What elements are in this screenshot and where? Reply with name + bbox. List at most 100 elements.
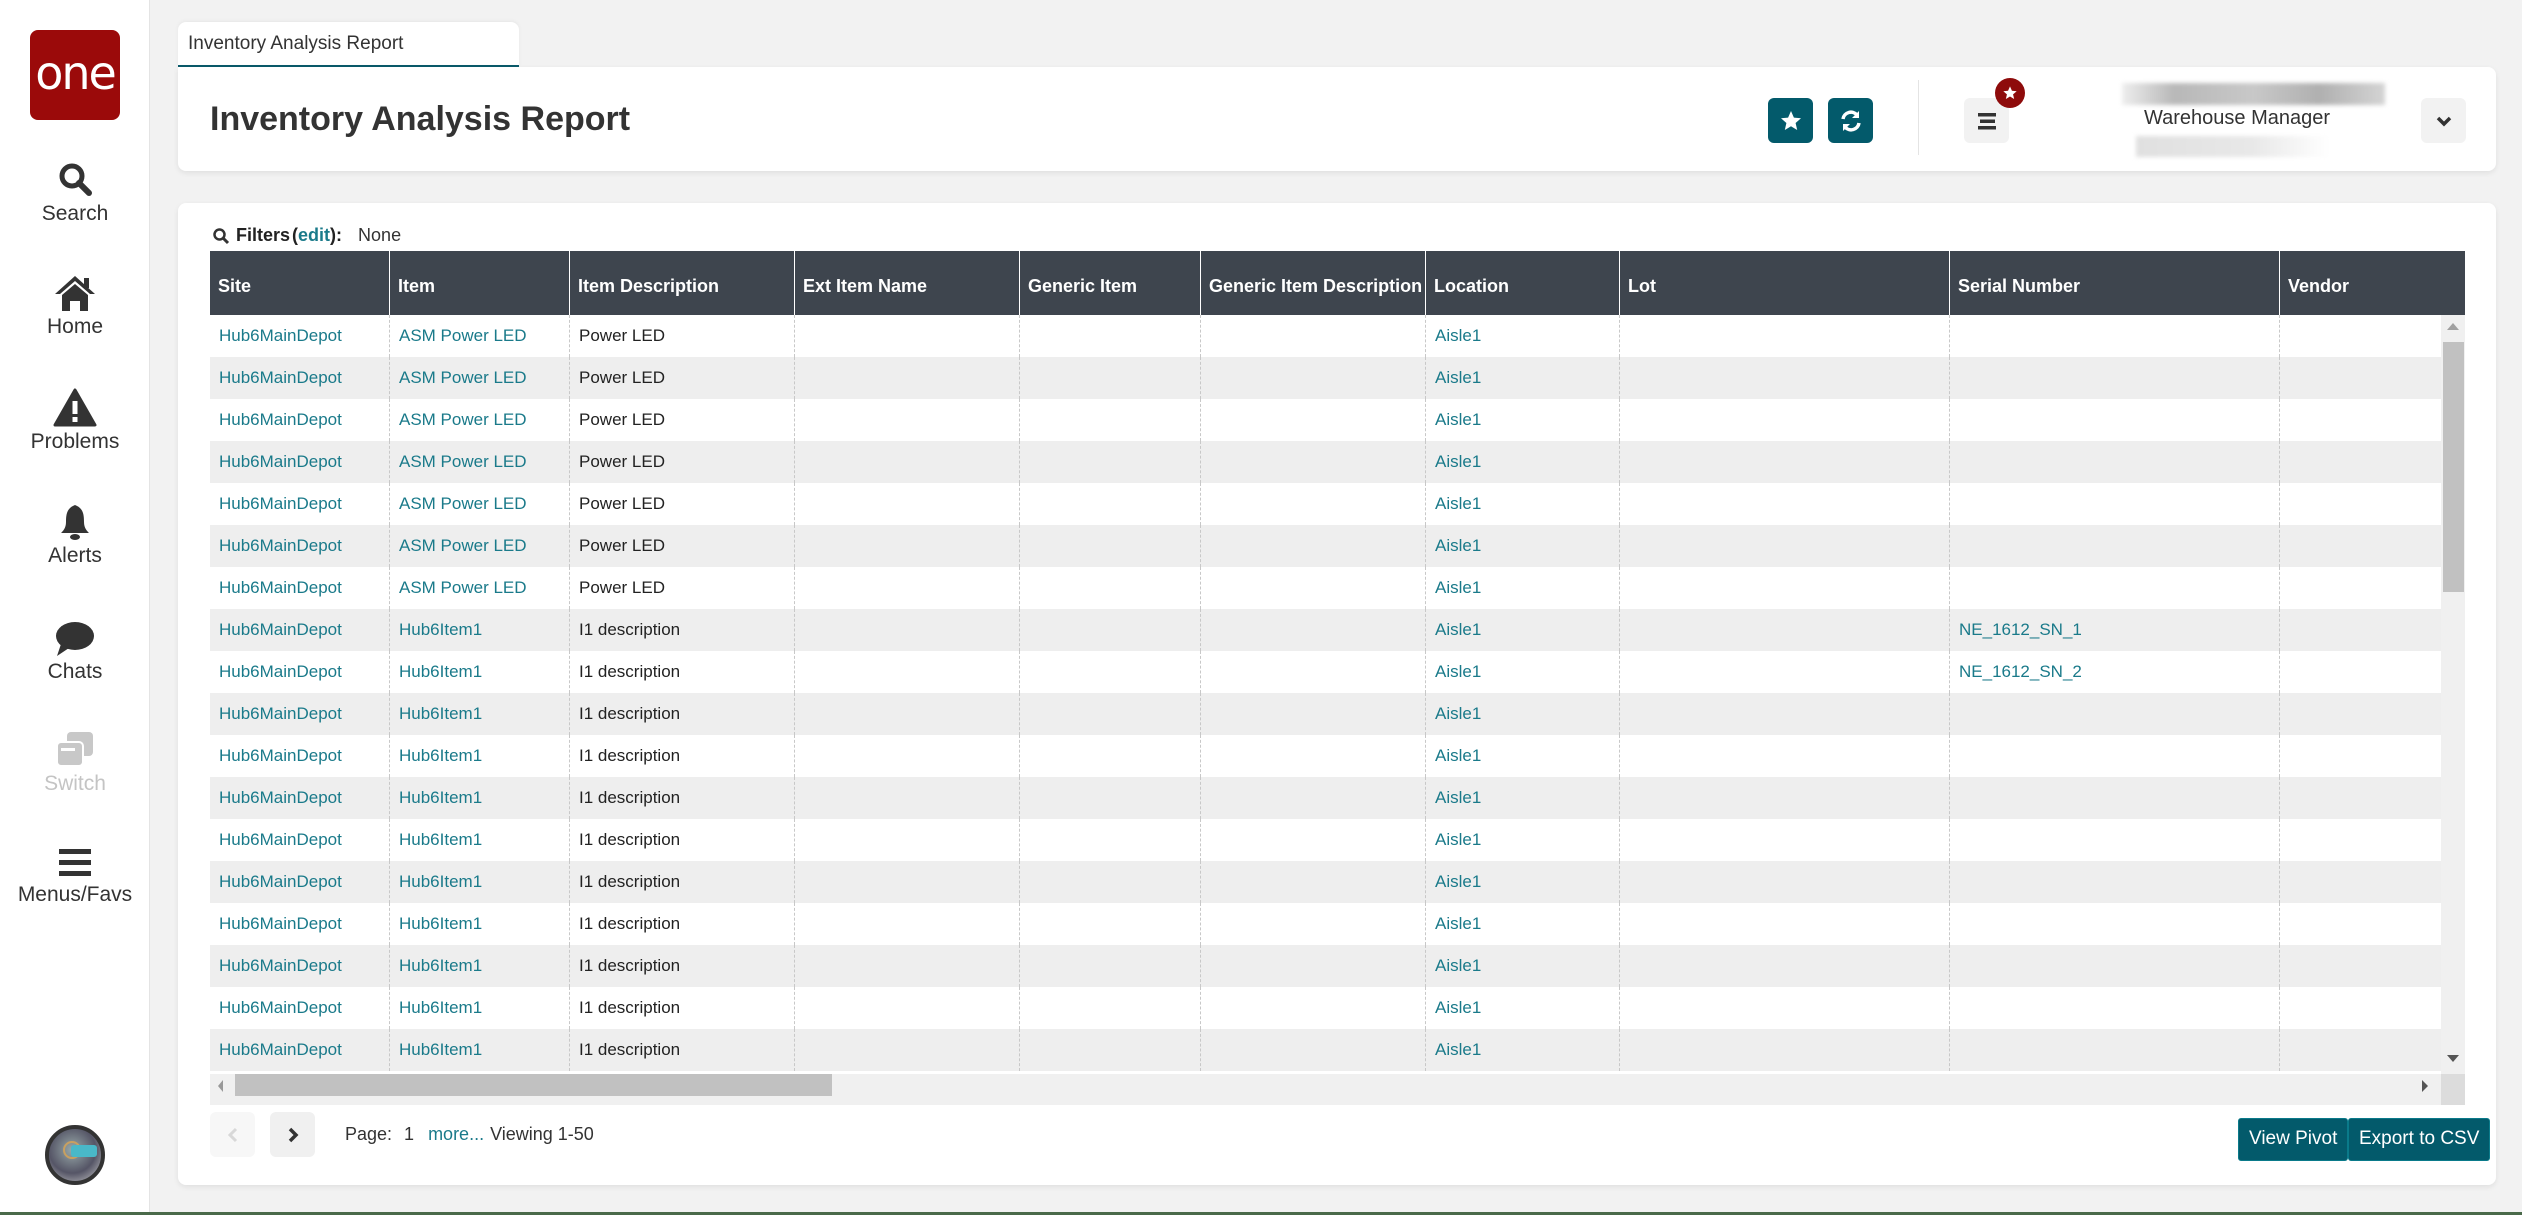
cell-site[interactable]: Hub6MainDepot [210, 567, 389, 609]
cell-location[interactable]: Aisle1 [1425, 903, 1619, 945]
cell-location[interactable]: Aisle1 [1425, 651, 1619, 693]
cell-vendor [2279, 777, 2441, 819]
cell-site[interactable]: Hub6MainDepot [210, 441, 389, 483]
cell-site[interactable]: Hub6MainDepot [210, 357, 389, 399]
cell-item[interactable]: Hub6Item1 [389, 1029, 569, 1071]
cell-site[interactable]: Hub6MainDepot [210, 315, 389, 357]
cell-location[interactable]: Aisle1 [1425, 483, 1619, 525]
table-row: Hub6MainDepot ASM Power LED Power LED Aisle… [210, 441, 2441, 483]
sidebar-item-problems[interactable]: Problems [0, 388, 150, 454]
cell-location[interactable]: Aisle1 [1425, 861, 1619, 903]
cell-site[interactable]: Hub6MainDepot [210, 1029, 389, 1071]
horizontal-scrollbar[interactable] [210, 1074, 2441, 1105]
filters-edit-link[interactable]: edit [298, 225, 330, 246]
column-header-generic-item[interactable]: Generic Item [1019, 251, 1200, 315]
cell-vendor [2279, 483, 2441, 525]
cell-item[interactable]: Hub6Item1 [389, 777, 569, 819]
cell-item[interactable]: Hub6Item1 [389, 693, 569, 735]
column-header-ext-item-name[interactable]: Ext Item Name [794, 251, 1019, 315]
cell-location[interactable]: Aisle1 [1425, 441, 1619, 483]
cell-site[interactable]: Hub6MainDepot [210, 483, 389, 525]
cell-location[interactable]: Aisle1 [1425, 399, 1619, 441]
cell-location[interactable]: Aisle1 [1425, 987, 1619, 1029]
cell-ext-item-name [794, 441, 1019, 483]
cell-item[interactable]: ASM Power LED [389, 399, 569, 441]
cell-item[interactable]: ASM Power LED [389, 525, 569, 567]
cell-site[interactable]: Hub6MainDepot [210, 693, 389, 735]
cell-location[interactable]: Aisle1 [1425, 1029, 1619, 1071]
cell-site[interactable]: Hub6MainDepot [210, 819, 389, 861]
favorite-button[interactable] [1768, 98, 1813, 143]
column-header-generic-item-description[interactable]: Generic Item Description [1200, 251, 1425, 315]
cell-location[interactable]: Aisle1 [1425, 609, 1619, 651]
cell-location[interactable]: Aisle1 [1425, 945, 1619, 987]
column-header-site[interactable]: Site [210, 251, 389, 315]
cell-location[interactable]: Aisle1 [1425, 693, 1619, 735]
cell-site[interactable]: Hub6MainDepot [210, 945, 389, 987]
column-header-item[interactable]: Item [389, 251, 569, 315]
cell-item[interactable]: ASM Power LED [389, 483, 569, 525]
sidebar-item-menus-favs[interactable]: Menus/Favs [0, 845, 150, 907]
cell-site[interactable]: Hub6MainDepot [210, 861, 389, 903]
prev-page-button[interactable] [210, 1112, 255, 1157]
scroll-left-arrow-icon[interactable] [218, 1080, 223, 1092]
cell-item[interactable]: Hub6Item1 [389, 861, 569, 903]
sidebar-item-search[interactable]: Search [0, 160, 150, 226]
cell-serial-number[interactable]: NE_1612_SN_2 [1949, 651, 2279, 693]
cell-site[interactable]: Hub6MainDepot [210, 525, 389, 567]
cell-location[interactable]: Aisle1 [1425, 735, 1619, 777]
cell-location[interactable]: Aisle1 [1425, 777, 1619, 819]
table-row: Hub6MainDepot ASM Power LED Power LED Aisle… [210, 399, 2441, 441]
column-header-lot[interactable]: Lot [1619, 251, 1949, 315]
cell-site[interactable]: Hub6MainDepot [210, 903, 389, 945]
cell-site[interactable]: Hub6MainDepot [210, 777, 389, 819]
cell-item[interactable]: Hub6Item1 [389, 735, 569, 777]
column-header-vendor[interactable]: Vendor [2279, 251, 2465, 315]
cell-site[interactable]: Hub6MainDepot [210, 609, 389, 651]
cell-location[interactable]: Aisle1 [1425, 819, 1619, 861]
column-header-serial-number[interactable]: Serial Number [1949, 251, 2279, 315]
horizontal-scroll-thumb[interactable] [235, 1074, 832, 1096]
sidebar-item-home[interactable]: Home [0, 273, 150, 339]
cell-location[interactable]: Aisle1 [1425, 315, 1619, 357]
cell-item[interactable]: Hub6Item1 [389, 609, 569, 651]
scroll-down-arrow-icon[interactable] [2447, 1055, 2459, 1062]
cell-site[interactable]: Hub6MainDepot [210, 735, 389, 777]
cell-item[interactable]: Hub6Item1 [389, 651, 569, 693]
next-page-button[interactable] [270, 1112, 315, 1157]
column-header-location[interactable]: Location [1425, 251, 1619, 315]
cell-item[interactable]: Hub6Item1 [389, 903, 569, 945]
scroll-right-arrow-icon[interactable] [2422, 1080, 2428, 1092]
refresh-button[interactable] [1828, 98, 1873, 143]
export-csv-button[interactable]: Export to CSV [2348, 1118, 2491, 1161]
column-header-item-description[interactable]: Item Description [569, 251, 794, 315]
assistant-avatar[interactable] [45, 1125, 105, 1185]
cell-site[interactable]: Hub6MainDepot [210, 987, 389, 1029]
scroll-up-arrow-icon[interactable] [2447, 323, 2459, 330]
cell-serial-number[interactable]: NE_1612_SN_1 [1949, 609, 2279, 651]
cell-item[interactable]: ASM Power LED [389, 567, 569, 609]
cell-location[interactable]: Aisle1 [1425, 567, 1619, 609]
vertical-scrollbar[interactable] [2441, 315, 2465, 1074]
cell-item[interactable]: Hub6Item1 [389, 945, 569, 987]
more-pages-link[interactable]: more... [428, 1124, 484, 1145]
cell-location[interactable]: Aisle1 [1425, 525, 1619, 567]
view-pivot-button[interactable]: View Pivot [2238, 1118, 2349, 1161]
sidebar-item-chats[interactable]: Chats [0, 618, 150, 684]
cell-item[interactable]: Hub6Item1 [389, 819, 569, 861]
tab-inventory-analysis-report[interactable]: Inventory Analysis Report [178, 22, 519, 67]
star-icon [1780, 110, 1801, 130]
cell-item[interactable]: Hub6Item1 [389, 987, 569, 1029]
cell-item[interactable]: ASM Power LED [389, 441, 569, 483]
vertical-scroll-thumb[interactable] [2443, 342, 2464, 592]
report-panel: Filters ( edit ): None Site Item Item Desc… [178, 203, 2496, 1185]
table-row: Hub6MainDepot ASM Power LED Power LED Aisle… [210, 315, 2441, 357]
sidebar-item-alerts[interactable]: Alerts [0, 502, 150, 568]
cell-site[interactable]: Hub6MainDepot [210, 399, 389, 441]
cell-item[interactable]: ASM Power LED [389, 315, 569, 357]
user-menu-dropdown[interactable] [2421, 98, 2466, 143]
cell-location[interactable]: Aisle1 [1425, 357, 1619, 399]
app-logo[interactable]: one [30, 30, 120, 120]
cell-item[interactable]: ASM Power LED [389, 357, 569, 399]
cell-site[interactable]: Hub6MainDepot [210, 651, 389, 693]
